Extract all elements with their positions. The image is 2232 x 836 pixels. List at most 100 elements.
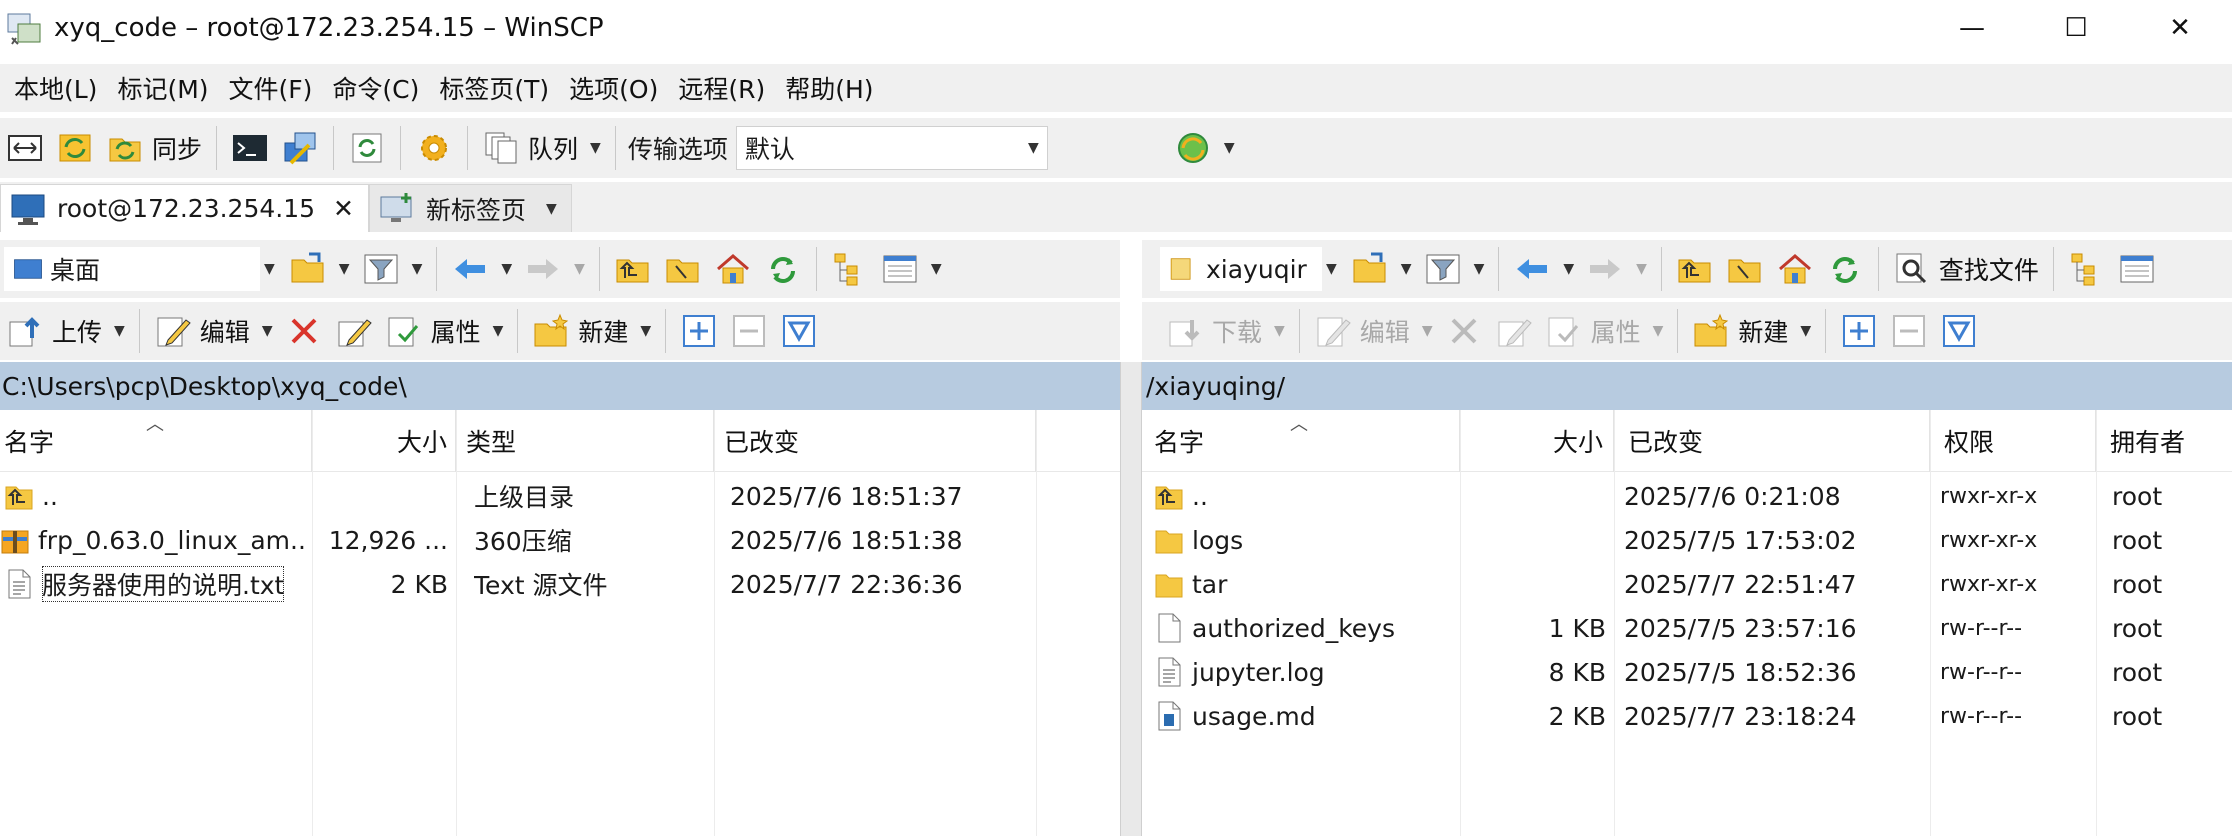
toolbar-separator <box>1298 309 1300 353</box>
file-rights: rw-r--r-- <box>1940 703 2023 729</box>
remote-file-row[interactable]: .. 2025/7/6 0:21:08 rwxr-xr-x root <box>1142 474 2232 518</box>
file-size: 1 KB <box>1548 613 1606 643</box>
upload-button[interactable]: 上传 ▼ <box>0 307 131 355</box>
parent-folder-icon <box>616 259 649 283</box>
rename-button[interactable] <box>1489 307 1539 355</box>
local-location-select[interactable]: 桌面 <box>4 247 260 291</box>
console-button[interactable] <box>225 124 275 172</box>
menu-remote[interactable]: 远程(R) <box>668 70 775 106</box>
session-sync-button[interactable]: ▼ <box>1168 124 1241 172</box>
compare-dirs-button[interactable] <box>0 124 50 172</box>
remote-file-row[interactable]: usage.md 2 KB 2025/7/7 23:18:24 rw-r--r-… <box>1142 694 2232 738</box>
remote-col-rights[interactable]: 权限 <box>1930 410 2096 472</box>
filter-select-button[interactable] <box>1934 307 1984 355</box>
remote-col-owner[interactable]: 拥有者 <box>2096 410 2232 472</box>
putty-button[interactable] <box>275 124 325 172</box>
local-col-size[interactable]: 大小 <box>312 410 456 472</box>
back-button[interactable]: ▼ <box>1507 245 1580 293</box>
filter-select-button[interactable] <box>774 307 824 355</box>
local-file-row[interactable]: frp_0.63.0_linux_am... 12,926 ... 360压缩 … <box>0 518 1120 562</box>
rename-button[interactable] <box>329 307 379 355</box>
queue-button[interactable]: 队列 ▼ <box>476 124 607 172</box>
filter-button[interactable]: ▼ <box>356 245 429 293</box>
forward-button[interactable]: ▼ <box>518 245 591 293</box>
preferences-button[interactable] <box>409 124 459 172</box>
local-col-type[interactable]: 类型 <box>456 410 714 472</box>
tree-view-button[interactable] <box>825 245 875 293</box>
root-directory-button[interactable] <box>1720 245 1770 293</box>
rename-icon <box>1498 319 1532 347</box>
synchronize-label: 同步 <box>152 135 203 164</box>
home-directory-button[interactable] <box>1770 245 1820 293</box>
remote-path-bar[interactable]: /xiayuqing/ <box>1142 362 2232 410</box>
find-files-button[interactable]: 查找文件 <box>1887 245 2045 293</box>
refresh-remote-button[interactable] <box>1820 245 1870 293</box>
tree-view-button[interactable] <box>2062 245 2112 293</box>
minimize-button[interactable]: — <box>1920 0 2024 56</box>
remote-location-select[interactable]: xiayuqir <box>1160 247 1322 291</box>
local-col-changed[interactable]: 已改变 <box>714 410 1036 472</box>
panel-splitter[interactable] <box>1120 362 1142 836</box>
select-files-button[interactable] <box>1834 307 1884 355</box>
transfer-preset-select[interactable]: 默认 ▼ <box>735 126 1048 170</box>
forward-button[interactable]: ▼ <box>1580 245 1653 293</box>
menu-tabs[interactable]: 标签页(T) <box>429 70 559 106</box>
open-directory-button[interactable]: ▼ <box>283 245 356 293</box>
menu-mark[interactable]: 标记(M) <box>107 70 218 106</box>
tab-close-icon[interactable]: ✕ <box>333 194 354 223</box>
close-button[interactable]: ✕ <box>2128 0 2232 56</box>
properties-button[interactable]: 属性 ▼ <box>379 307 510 355</box>
menu-help[interactable]: 帮助(H) <box>775 70 883 106</box>
file-changed: 2025/7/6 18:51:38 <box>730 525 963 555</box>
back-button[interactable]: ▼ <box>445 245 518 293</box>
menu-files[interactable]: 文件(F) <box>219 70 323 106</box>
remote-file-row[interactable]: tar 2025/7/7 22:51:47 rwxr-xr-x root <box>1142 562 2232 606</box>
refresh-icon <box>1832 257 1857 283</box>
properties-button[interactable]: 属性 ▼ <box>1539 307 1670 355</box>
chevron-down-icon[interactable]: ▼ <box>264 261 275 277</box>
remote-col-size[interactable]: 大小 <box>1460 410 1614 472</box>
view-mode-button[interactable]: ▼ <box>875 245 948 293</box>
open-directory-button[interactable]: ▼ <box>1345 245 1418 293</box>
unselect-files-button[interactable] <box>724 307 774 355</box>
file-size: 8 KB <box>1548 657 1606 687</box>
maximize-button[interactable]: ☐ <box>2024 0 2128 56</box>
home-directory-button[interactable] <box>708 245 758 293</box>
remote-file-row[interactable]: authorized_keys 1 KB 2025/7/5 23:57:16 r… <box>1142 606 2232 650</box>
view-mode-button[interactable] <box>2112 245 2162 293</box>
remote-path: /xiayuqing/ <box>1146 371 1286 401</box>
synchronize-button[interactable]: 同步 <box>100 124 208 172</box>
new-button[interactable]: 新建 ▼ <box>526 307 657 355</box>
refresh-local-button[interactable] <box>758 245 808 293</box>
chevron-down-icon: ▼ <box>640 323 652 339</box>
remote-file-list[interactable]: 名字 ︿ 大小 已改变 权限 拥有者 .. 2025/7/6 0:21:08 r… <box>1142 410 2232 836</box>
remote-file-row[interactable]: jupyter.log 8 KB 2025/7/5 18:52:36 rw-r-… <box>1142 650 2232 694</box>
select-files-button[interactable] <box>674 307 724 355</box>
remote-file-row[interactable]: logs 2025/7/5 17:53:02 rwxr-xr-x root <box>1142 518 2232 562</box>
delete-button[interactable] <box>1439 307 1489 355</box>
download-button[interactable]: 下载 ▼ <box>1160 307 1291 355</box>
local-file-row[interactable]: 服务器使用的说明.txt 2 KB Text 源文件 2025/7/7 22:3… <box>0 562 1120 606</box>
local-path-bar[interactable]: C:\Users\pcp\Desktop\xyq_code\ <box>0 362 1120 410</box>
menu-commands[interactable]: 命令(C) <box>322 70 429 106</box>
sync-browse-button[interactable] <box>50 124 100 172</box>
menu-options[interactable]: 选项(O) <box>559 70 668 106</box>
unselect-files-button[interactable] <box>1884 307 1934 355</box>
new-button[interactable]: 新建 ▼ <box>1686 307 1817 355</box>
chevron-down-icon[interactable]: ▼ <box>1326 261 1337 277</box>
delete-button[interactable] <box>279 307 329 355</box>
local-file-row[interactable]: .. 上级目录 2025/7/6 18:51:37 <box>0 474 1120 518</box>
edit-button[interactable]: 编辑 ▼ <box>148 307 279 355</box>
filter-button[interactable]: ▼ <box>1418 245 1491 293</box>
tab-session[interactable]: root@172.23.254.15 ✕ <box>0 184 369 232</box>
edit-button[interactable]: 编辑 ▼ <box>1308 307 1439 355</box>
parent-directory-button[interactable] <box>608 245 658 293</box>
refresh-button[interactable] <box>342 124 392 172</box>
remote-col-changed[interactable]: 已改变 <box>1614 410 1930 472</box>
root-directory-button[interactable] <box>658 245 708 293</box>
menu-local[interactable]: 本地(L) <box>4 70 107 106</box>
transfer-preset-value: 默认 <box>744 135 795 164</box>
parent-directory-button[interactable] <box>1670 245 1720 293</box>
tab-new[interactable]: 新标签页 ▼ <box>368 184 572 232</box>
local-file-list[interactable]: 名字 ︿ 大小 类型 已改变 .. 上级目录 2025/7/6 18:51:37… <box>0 410 1120 836</box>
